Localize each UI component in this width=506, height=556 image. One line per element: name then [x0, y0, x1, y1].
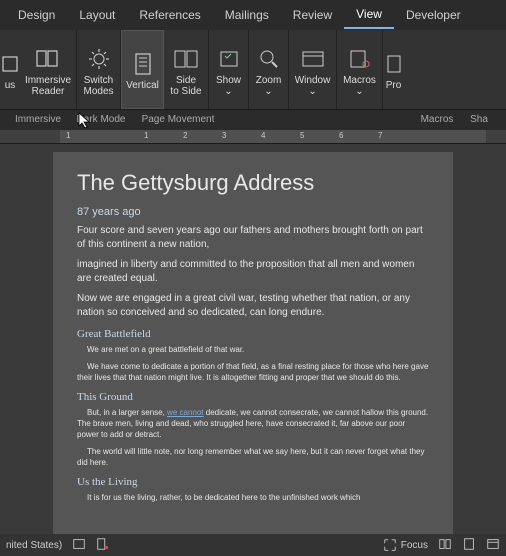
status-bar: nited States) Focus [0, 534, 506, 556]
doc-paragraph[interactable]: We are met on a great battlefield of tha… [77, 344, 429, 355]
side-pages-icon [172, 45, 200, 73]
switch-modes-button[interactable]: Switch Modes [76, 30, 120, 109]
document-viewport[interactable]: The Gettysburg Address 87 years ago Four… [0, 144, 506, 536]
doc-paragraph[interactable]: Now we are engaged in a great civil war,… [77, 292, 429, 320]
doc-paragraph[interactable]: imagined in liberty and committed to the… [77, 258, 429, 286]
book-icon [34, 45, 62, 73]
group-sharepoint: Sha [464, 114, 494, 125]
vertical-button[interactable]: Vertical [120, 30, 164, 109]
vertical-page-icon [129, 50, 157, 78]
ribbon-tabs: Design Layout References Mailings Review… [0, 0, 506, 30]
ribbon-group-labels: Immersive Dark Mode Page Movement Macros… [0, 110, 506, 128]
side-to-side-button[interactable]: Side to Side [164, 30, 208, 109]
group-dark-mode: Dark Mode [76, 114, 126, 125]
window-icon [299, 45, 327, 73]
show-dropdown[interactable]: Show⌄ [208, 30, 248, 109]
group-page-movement: Page Movement [126, 114, 230, 125]
read-mode-button[interactable] [438, 537, 452, 554]
macro-record-icon[interactable] [96, 537, 110, 554]
doc-paragraph[interactable]: The world will little note, nor long rem… [77, 446, 429, 468]
tab-review[interactable]: Review [281, 2, 344, 28]
immersive-reader-button[interactable]: Immersive Reader [20, 30, 76, 109]
hyperlink[interactable]: we cannot [167, 408, 203, 417]
macros-icon [346, 45, 374, 73]
language-indicator[interactable]: nited States) [6, 540, 62, 551]
window-dropdown[interactable]: Window⌄ [288, 30, 336, 109]
chevron-down-icon: ⌄ [224, 86, 232, 97]
macros-dropdown[interactable]: Macros⌄ [336, 30, 382, 109]
doc-paragraph[interactable]: But, in a larger sense, we cannot dedica… [77, 407, 429, 440]
tab-developer[interactable]: Developer [394, 2, 473, 28]
show-icon [215, 45, 243, 73]
tab-layout[interactable]: Layout [67, 2, 127, 28]
group-immersive: Immersive [0, 114, 76, 125]
tab-mailings[interactable]: Mailings [213, 2, 281, 28]
doc-title[interactable]: The Gettysburg Address [77, 170, 429, 196]
accessibility-icon[interactable] [72, 537, 86, 554]
ribbon: us Immersive Reader Switch Modes Vertica… [0, 30, 506, 110]
chevron-down-icon: ⌄ [308, 86, 316, 97]
tab-references[interactable]: References [127, 2, 212, 28]
tab-view[interactable]: View [344, 1, 394, 29]
focus-mode-button[interactable]: Focus [383, 538, 428, 552]
doc-paragraph[interactable]: Four score and seven years ago our fathe… [77, 224, 429, 252]
doc-paragraph[interactable]: We have come to dedicate a portion of th… [77, 361, 429, 383]
doc-heading[interactable]: 87 years ago [77, 206, 429, 218]
horizontal-ruler[interactable]: 1 1 2 3 4 5 6 7 [0, 130, 506, 144]
document-page[interactable]: The Gettysburg Address 87 years ago Four… [53, 152, 453, 536]
print-layout-button[interactable] [462, 537, 476, 554]
properties-button-partial[interactable]: Pro [382, 30, 404, 109]
zoom-dropdown[interactable]: Zoom⌄ [248, 30, 288, 109]
doc-heading[interactable]: This Ground [77, 391, 429, 403]
doc-heading[interactable]: Great Battlefield [77, 328, 429, 340]
properties-icon [380, 50, 408, 78]
doc-heading[interactable]: Us the Living [77, 476, 429, 488]
chevron-down-icon: ⌄ [355, 86, 363, 97]
focus-button-partial[interactable]: us [0, 30, 20, 109]
chevron-down-icon: ⌄ [264, 86, 272, 97]
web-layout-button[interactable] [486, 537, 500, 554]
magnifier-icon [255, 45, 283, 73]
group-macros: Macros [410, 114, 464, 125]
sun-icon [85, 45, 113, 73]
tab-design[interactable]: Design [6, 2, 67, 28]
doc-paragraph[interactable]: It is for us the living, rather, to be d… [77, 492, 429, 503]
